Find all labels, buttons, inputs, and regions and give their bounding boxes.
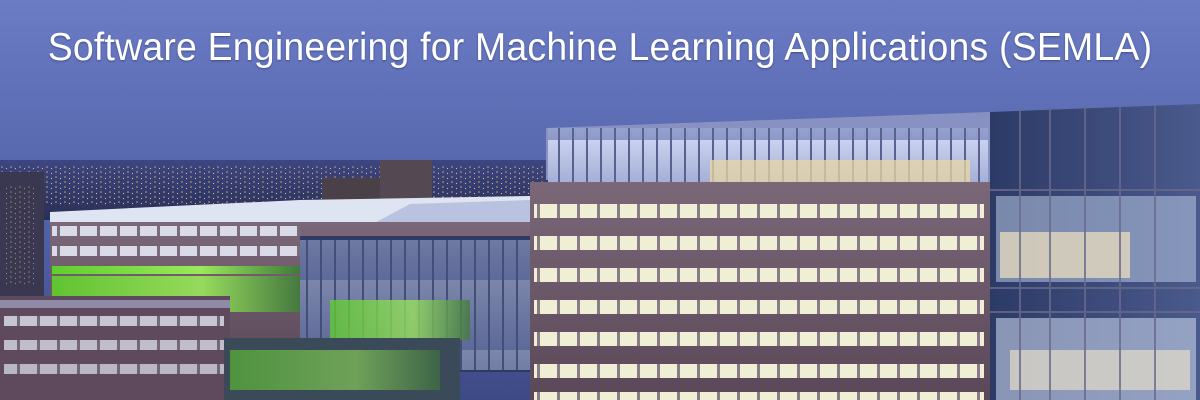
banner-title: Software Engineering for Machine Learnin…	[47, 26, 1153, 69]
header-banner: Software Engineering for Machine Learnin…	[0, 0, 1200, 400]
